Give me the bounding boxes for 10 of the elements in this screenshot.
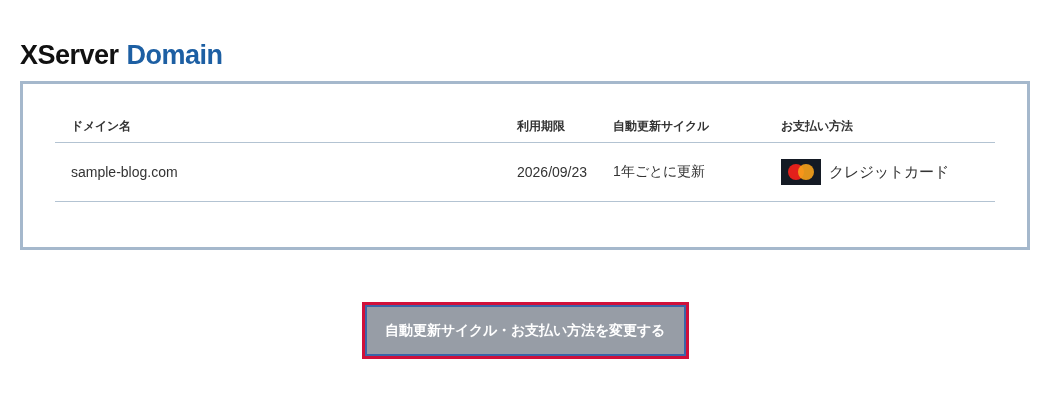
table-cell: sample-blog.com (55, 143, 517, 202)
column-header: ドメイン名 (55, 114, 517, 143)
column-header: 利用期限 (517, 114, 613, 143)
table-cell: 2026/09/23 (517, 143, 613, 202)
column-header: 自動更新サイクル (613, 114, 781, 143)
card-icon (781, 159, 821, 185)
column-header: お支払い方法 (781, 114, 995, 143)
payment-method: クレジットカード (829, 162, 949, 182)
logo-text: XServer (20, 40, 119, 71)
logo-text: Domain (126, 40, 223, 71)
